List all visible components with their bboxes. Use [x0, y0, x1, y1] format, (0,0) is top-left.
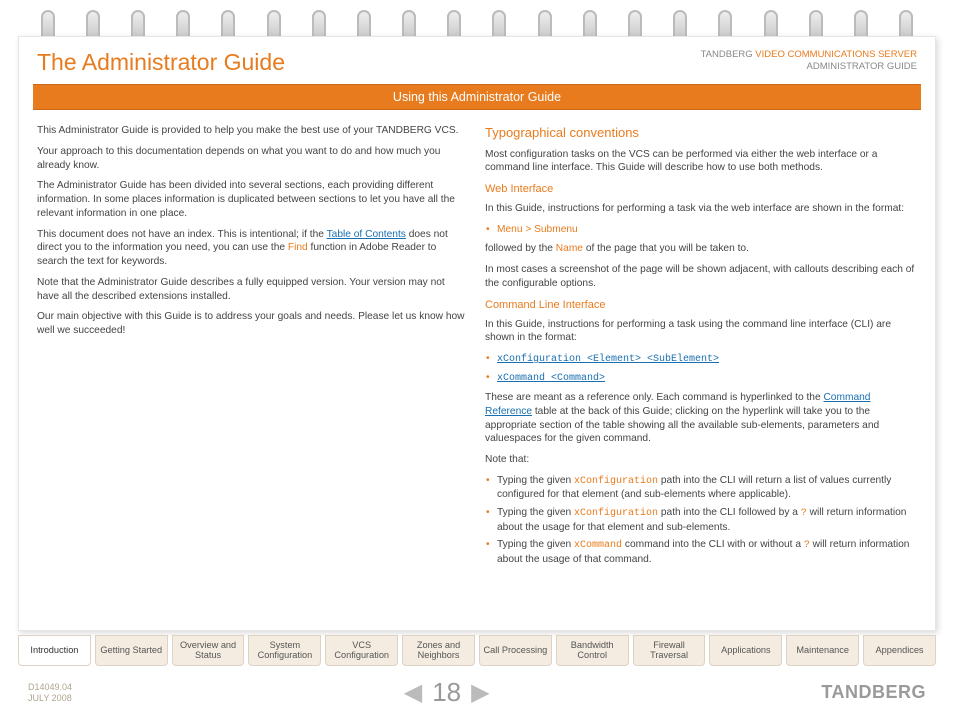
header-product: VIDEO COMMUNICATIONS SERVER	[755, 49, 917, 60]
doc-date: JULY 2008	[28, 693, 72, 704]
typo-p1: Most configuration tasks on the VCS can …	[485, 148, 917, 176]
cli-note-2: Typing the given xConfiguration path int…	[497, 506, 917, 534]
cli-heading: Command Line Interface	[485, 298, 917, 313]
tab-firewall-traversal[interactable]: Firewall Traversal	[633, 635, 706, 666]
cli-command-list: xConfiguration <Element> <SubElement> xC…	[485, 352, 917, 385]
tab-appendices[interactable]: Appendices	[863, 635, 936, 666]
tab-overview-and-status[interactable]: Overview and Status	[172, 635, 245, 666]
spiral-binding	[0, 0, 954, 36]
section-banner: Using this Administrator Guide	[33, 84, 921, 110]
intro-p1: This Administrator Guide is provided to …	[37, 124, 469, 138]
content: This Administrator Guide is provided to …	[19, 116, 935, 630]
tab-system-configuration[interactable]: System Configuration	[248, 635, 321, 666]
tab-maintenance[interactable]: Maintenance	[786, 635, 859, 666]
web-bullet-list: Menu > Submenu	[485, 223, 917, 237]
xcommand-link[interactable]: xCommand <Command>	[497, 373, 605, 384]
header-subtitle: ADMINISTRATOR GUIDE	[807, 61, 918, 72]
cli-note-1: Typing the given xConfiguration path int…	[497, 474, 917, 502]
web-p1: In this Guide, instructions for performi…	[485, 202, 917, 216]
menu-submenu-example: Menu > Submenu	[497, 224, 578, 235]
right-column: Typographical conventions Most configura…	[477, 120, 917, 630]
header: The Administrator Guide TANDBERG VIDEO C…	[19, 37, 935, 84]
page: The Administrator Guide TANDBERG VIDEO C…	[18, 36, 936, 631]
web-p3: In most cases a screenshot of the page w…	[485, 263, 917, 291]
xconfiguration-link[interactable]: xConfiguration <Element> <SubElement>	[497, 354, 719, 365]
intro-p3: The Administrator Guide has been divided…	[37, 179, 469, 220]
name-highlight: Name	[556, 243, 583, 254]
find-link[interactable]: Find	[288, 242, 308, 253]
page-number: 18	[432, 677, 461, 708]
tab-call-processing[interactable]: Call Processing	[479, 635, 552, 666]
typographical-heading: Typographical conventions	[485, 124, 917, 142]
web-p2: followed by the Name of the page that yo…	[485, 242, 917, 256]
tab-zones-and-neighbors[interactable]: Zones and Neighbors	[402, 635, 475, 666]
cli-p2: These are meant as a reference only. Eac…	[485, 391, 917, 446]
prev-page-arrow[interactable]: ◀	[404, 678, 422, 707]
toc-link[interactable]: Table of Contents	[327, 229, 406, 240]
cli-note-3: Typing the given xCommand command into t…	[497, 538, 917, 566]
tab-getting-started[interactable]: Getting Started	[95, 635, 168, 666]
page-title: The Administrator Guide	[37, 49, 285, 76]
web-interface-heading: Web Interface	[485, 182, 917, 197]
doc-meta: D14049.04 JULY 2008	[28, 682, 72, 704]
nav-tabs: IntroductionGetting StartedOverview and …	[18, 635, 936, 666]
footer: D14049.04 JULY 2008 ◀ 18 ▶ TANDBERG	[28, 677, 926, 708]
cli-note-list: Typing the given xConfiguration path int…	[485, 474, 917, 567]
pager: ◀ 18 ▶	[404, 677, 490, 708]
cli-note: Note that:	[485, 453, 917, 467]
header-prefix: TANDBERG	[701, 49, 756, 60]
intro-p6: Our main objective with this Guide is to…	[37, 310, 469, 338]
tab-vcs-configuration[interactable]: VCS Configuration	[325, 635, 398, 666]
left-column: This Administrator Guide is provided to …	[37, 120, 477, 630]
intro-p2: Your approach to this documentation depe…	[37, 145, 469, 173]
header-right: TANDBERG VIDEO COMMUNICATIONS SERVER ADM…	[701, 49, 917, 74]
intro-p5: Note that the Administrator Guide descri…	[37, 276, 469, 304]
brand-logo: TANDBERG	[821, 682, 926, 703]
tab-introduction[interactable]: Introduction	[18, 635, 91, 666]
doc-id: D14049.04	[28, 682, 72, 693]
cli-p1: In this Guide, instructions for performi…	[485, 318, 917, 346]
next-page-arrow[interactable]: ▶	[471, 678, 489, 707]
tab-bandwidth-control[interactable]: Bandwidth Control	[556, 635, 629, 666]
intro-p4: This document does not have an index. Th…	[37, 228, 469, 269]
tab-applications[interactable]: Applications	[709, 635, 782, 666]
